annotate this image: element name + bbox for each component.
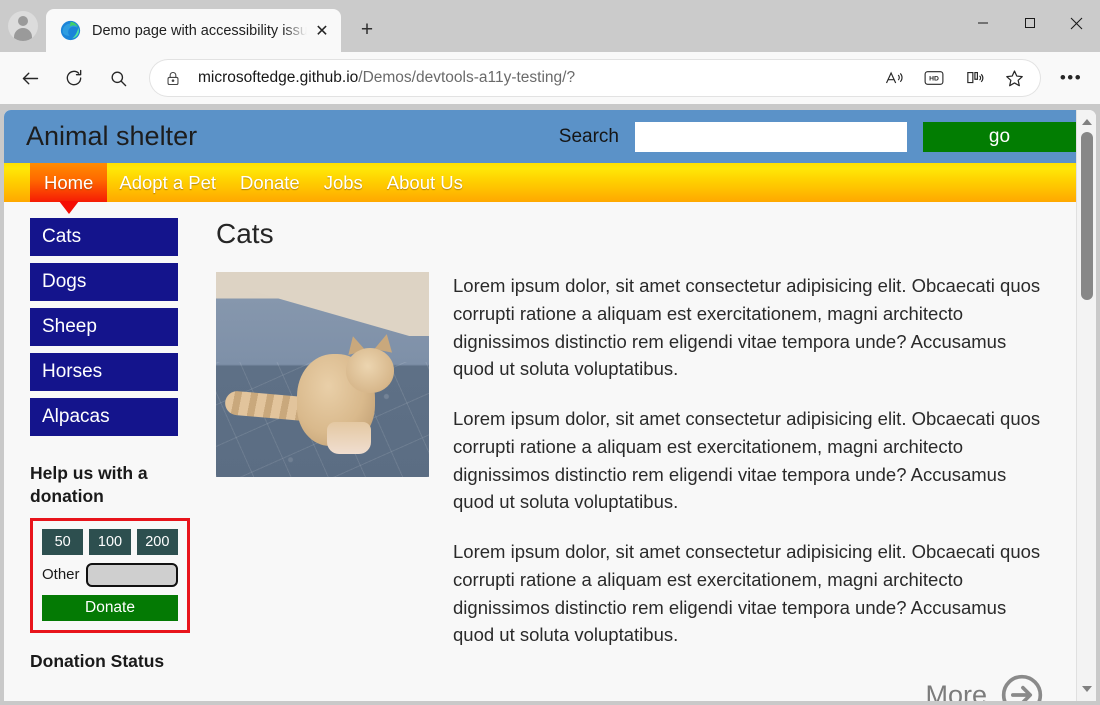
immersive-reader-icon[interactable] <box>956 60 992 96</box>
nav-item-adopt-a-pet[interactable]: Adopt a Pet <box>107 163 228 202</box>
site-title: Animal shelter <box>26 121 198 151</box>
refresh-icon[interactable] <box>56 60 92 96</box>
maximize-button[interactable] <box>1006 0 1053 46</box>
site-search: Search go <box>558 121 1076 152</box>
profile-button[interactable] <box>0 3 46 49</box>
svg-text:HD: HD <box>929 76 939 83</box>
window-controls <box>959 0 1100 46</box>
scrollbar-thumb[interactable] <box>1081 132 1093 300</box>
site-header: Animal shelter Search go <box>4 110 1076 163</box>
paragraph-2: Lorem ipsum dolor, sit amet consectetur … <box>453 408 1041 513</box>
tab-title: Demo page with accessibility issu <box>92 22 308 39</box>
site-nav: Home Adopt a Pet Donate Jobs About Us <box>4 163 1076 202</box>
cat-legs-shape <box>326 421 371 454</box>
search-label: Search <box>558 125 619 147</box>
web-page: Animal shelter Search go Home Adopt a Pe… <box>4 110 1076 701</box>
sidebar-item-alpacas[interactable]: Alpacas <box>30 398 178 436</box>
url-host: microsoftedge.github.io <box>198 69 359 86</box>
donation-heading: Help us with a donation <box>30 463 148 507</box>
star-favorite-icon[interactable] <box>996 60 1032 96</box>
search-input[interactable] <box>635 121 907 152</box>
close-window-button[interactable] <box>1053 0 1100 46</box>
donate-submit-button[interactable]: Donate <box>42 594 178 621</box>
browser-titlebar: Demo page with accessibility issu ✕ + <box>0 0 1100 52</box>
page-scrollbar[interactable] <box>1076 110 1096 701</box>
read-aloud-icon[interactable] <box>876 60 912 96</box>
search-icon[interactable] <box>100 60 136 96</box>
sidebar-item-cats[interactable]: Cats <box>30 218 178 256</box>
main-content: Cats Lorem ipsum dolor, sit amet consect… <box>204 218 1076 701</box>
search-go-button[interactable]: go <box>923 121 1076 152</box>
scroll-up-arrow-icon[interactable] <box>1077 112 1096 132</box>
sidebar-item-horses[interactable]: Horses <box>30 353 178 391</box>
donation-form: 50 100 200 Other Donate <box>30 517 190 633</box>
donation-amount-100[interactable]: 100 <box>89 528 131 555</box>
url-text: microsoftedge.github.io/Demos/devtools-a… <box>198 69 874 87</box>
page-content: Cats Dogs Sheep Horses Alpacas Help us w… <box>4 202 1076 701</box>
tab-close-icon[interactable]: ✕ <box>309 18 335 44</box>
arrow-right-circle-icon <box>1001 674 1043 701</box>
donation-amount-row: 50 100 200 <box>42 528 178 555</box>
nav-item-about-us[interactable]: About Us <box>375 163 475 202</box>
sidebar-item-dogs[interactable]: Dogs <box>30 263 178 301</box>
donation-amount-50[interactable]: 50 <box>42 528 84 555</box>
nav-item-donate[interactable]: Donate <box>228 163 312 202</box>
minimize-button[interactable] <box>959 0 1006 46</box>
cat-head-shape <box>345 347 394 393</box>
url-path: /Demos/devtools-a11y-testing/? <box>358 69 576 86</box>
page-viewport: Animal shelter Search go Home Adopt a Pe… <box>4 110 1096 701</box>
paragraph-1: Lorem ipsum dolor, sit amet consectetur … <box>453 275 1041 380</box>
edge-logo-icon <box>60 20 81 41</box>
sidebar-item-sheep[interactable]: Sheep <box>30 308 178 346</box>
scroll-down-arrow-icon[interactable] <box>1077 679 1096 699</box>
sidebar: Cats Dogs Sheep Horses Alpacas Help us w… <box>4 218 204 701</box>
donation-other-label: Other <box>42 566 80 584</box>
hd-icon[interactable]: HD <box>916 60 952 96</box>
nav-item-home[interactable]: Home <box>30 163 108 202</box>
more-link[interactable]: More <box>216 673 1046 701</box>
donation-amount-200[interactable]: 200 <box>136 528 178 555</box>
nav-item-jobs[interactable]: Jobs <box>312 163 375 202</box>
article: Lorem ipsum dolor, sit amet consectetur … <box>216 272 1046 671</box>
omnibox-icons: HD <box>874 60 1034 96</box>
donation-other-input[interactable] <box>85 562 178 587</box>
page-title: Cats <box>216 218 274 249</box>
more-label: More <box>925 679 987 702</box>
account-avatar-icon <box>8 11 38 41</box>
address-bar[interactable]: microsoftedge.github.io/Demos/devtools-a… <box>150 60 1040 96</box>
new-tab-button[interactable]: + <box>349 12 385 48</box>
article-text: Lorem ipsum dolor, sit amet consectetur … <box>453 272 1046 671</box>
donation-status-heading: Donation Status <box>30 650 165 671</box>
browser-window: Demo page with accessibility issu ✕ + mi… <box>0 0 1100 705</box>
site-lock-icon <box>167 71 179 85</box>
photo-background-wall <box>216 290 429 336</box>
back-arrow-icon[interactable] <box>12 60 48 96</box>
donation-other-row: Other <box>42 562 178 587</box>
browser-tab[interactable]: Demo page with accessibility issu ✕ <box>46 9 341 52</box>
browser-settings-more-button[interactable]: ••• <box>1054 61 1088 95</box>
cat-photo-image <box>216 272 429 477</box>
browser-toolbar: microsoftedge.github.io/Demos/devtools-a… <box>0 52 1100 104</box>
paragraph-3: Lorem ipsum dolor, sit amet consectetur … <box>453 541 1041 646</box>
